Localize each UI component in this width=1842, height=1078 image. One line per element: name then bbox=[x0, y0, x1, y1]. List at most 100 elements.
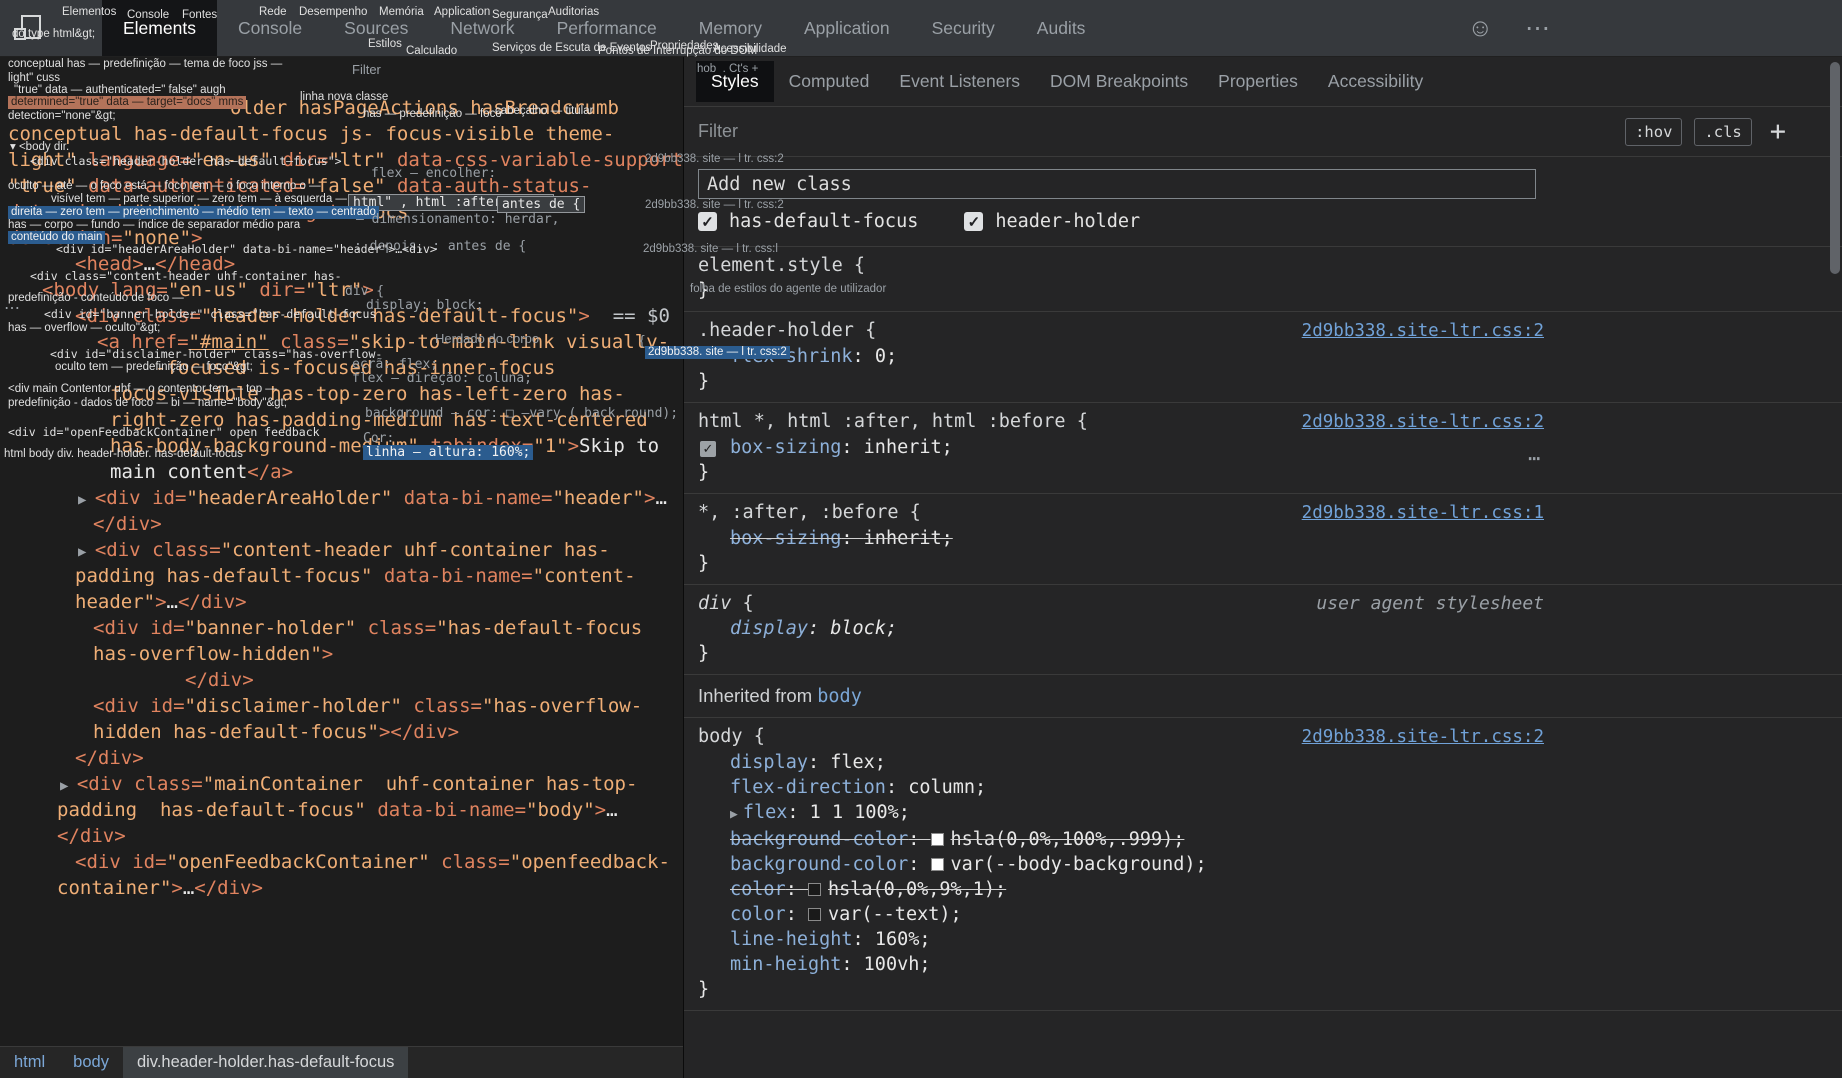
color-swatch-icon[interactable] bbox=[808, 883, 821, 896]
dom-tree-line[interactable]: determined="true" data-target="docs" bbox=[0, 199, 683, 225]
pseudo-state-button[interactable]: :hov bbox=[1625, 118, 1682, 146]
property-value: var(--text); bbox=[828, 904, 962, 925]
dom-tree-line[interactable]: hidden has-default-focus"></div> bbox=[0, 719, 683, 745]
dom-tree-line[interactable]: -focused is-focused has-inner-focus bbox=[0, 355, 683, 381]
tab-sources[interactable]: Sources bbox=[323, 0, 429, 56]
css-declaration[interactable]: background-color: var(--body-background)… bbox=[684, 852, 1842, 877]
devtools-window: ElementsConsoleSourcesNetworkPerformance… bbox=[0, 0, 1842, 1078]
css-declaration[interactable]: box-sizing: inherit; bbox=[684, 526, 1842, 551]
dom-tree-line[interactable]: <div class="header-holder has-default-fo… bbox=[0, 303, 683, 329]
dom-tree-line[interactable]: </div> bbox=[0, 823, 683, 849]
dom-tree-line[interactable]: conceptual has-default-focus js- focus-v… bbox=[0, 121, 683, 147]
stylesheet-link[interactable]: 2d9bb338.site-ltr.css:1 bbox=[1302, 501, 1544, 526]
dom-tree-line[interactable]: padding has-default-focus" data-bi-name=… bbox=[0, 563, 683, 589]
property-name: flex-direction bbox=[730, 777, 886, 798]
rule-selector[interactable]: div bbox=[698, 591, 731, 616]
dom-tree-line[interactable]: <head>…</head> bbox=[0, 251, 683, 277]
breadcrumb-item-body[interactable]: body bbox=[59, 1047, 123, 1078]
color-swatch-icon[interactable] bbox=[808, 908, 821, 921]
class-toggle: ✓has-default-focus bbox=[698, 211, 918, 232]
expand-triangle-icon[interactable]: ▶ bbox=[730, 807, 738, 822]
dom-tree-line[interactable]: focus-visible has-top-zero has-left-zero… bbox=[0, 381, 683, 407]
rule-header: *, :after, :before {2d9bb338.site-ltr.cs… bbox=[684, 500, 1544, 526]
stylesheet-link[interactable]: 2d9bb338.site-ltr.css:2 bbox=[1302, 410, 1544, 435]
tab-network[interactable]: Network bbox=[429, 0, 535, 56]
inherited-from-link[interactable]: body bbox=[817, 686, 862, 707]
css-declaration[interactable]: ▶flex: 1 1 100%; bbox=[684, 800, 1842, 827]
styles-tab-accessibility[interactable]: Accessibility bbox=[1313, 61, 1438, 102]
more-menu-icon[interactable]: ⋯ bbox=[1525, 13, 1552, 43]
css-declaration[interactable]: background-color: hsla(0,0%,100%,.999); bbox=[684, 827, 1842, 852]
checkbox-header-holder[interactable]: ✓ bbox=[964, 212, 983, 231]
tab-elements[interactable]: Elements bbox=[102, 0, 217, 56]
rule-selector[interactable]: element.style bbox=[698, 253, 843, 278]
dom-tree-line[interactable]: ▶ <div class="content-header uhf-contain… bbox=[0, 537, 683, 563]
dom-tree-line[interactable]: header">…</div> bbox=[0, 589, 683, 615]
tab-security[interactable]: Security bbox=[911, 0, 1016, 56]
add-class-input[interactable] bbox=[698, 169, 1536, 199]
breadcrumb-item-div-header-holder-has-default-focus[interactable]: div.header-holder.has-default-focus bbox=[123, 1047, 408, 1078]
styles-tab-styles[interactable]: Styles bbox=[696, 61, 774, 102]
tab-console[interactable]: Console bbox=[217, 0, 323, 56]
css-declaration[interactable]: flex-shrink: 0; bbox=[684, 344, 1842, 369]
tab-application[interactable]: Application bbox=[783, 0, 911, 56]
scrollbar-thumb[interactable] bbox=[1830, 62, 1840, 274]
dom-tree-line[interactable]: padding has-default-focus" data-bi-name=… bbox=[0, 797, 683, 823]
dom-tree-line[interactable]: has-overflow-hidden"> bbox=[0, 641, 683, 667]
styles-tab-properties[interactable]: Properties bbox=[1203, 61, 1313, 102]
stylesheet-link[interactable]: 2d9bb338.site-ltr.css:2 bbox=[1302, 725, 1544, 750]
color-swatch-icon[interactable] bbox=[931, 858, 944, 871]
inspect-element-icon[interactable] bbox=[14, 14, 42, 42]
dom-tree-line[interactable]: </div> bbox=[0, 667, 683, 693]
dom-tree-line[interactable]: light" language="en-us" dir="ltr" data-c… bbox=[0, 147, 683, 173]
checkbox-has-default-focus[interactable]: ✓ bbox=[698, 212, 717, 231]
dom-tree-line[interactable]: <a href="#main" class="skip-to-main-link… bbox=[0, 329, 683, 355]
styles-tab-dom-breakpoints[interactable]: DOM Breakpoints bbox=[1035, 61, 1203, 102]
css-declaration[interactable]: display: block; bbox=[684, 616, 1842, 641]
css-declaration[interactable]: display: flex; bbox=[684, 750, 1842, 775]
breadcrumb-item-html[interactable]: html bbox=[0, 1047, 59, 1078]
css-declaration[interactable]: min-height: 100vh; bbox=[684, 952, 1842, 977]
element-classes-button[interactable]: .cls bbox=[1694, 118, 1751, 146]
devtools-content: older hasPageActions hasBreadcrumbconcep… bbox=[0, 57, 1842, 1078]
dom-tree-line[interactable]: <div id="disclaimer-holder" class="has-o… bbox=[0, 693, 683, 719]
css-declaration[interactable]: color: hsla(0,0%,9%,1); bbox=[684, 877, 1842, 902]
dom-tree-line[interactable]: ▶ <div id="headerAreaHolder" data-bi-nam… bbox=[0, 485, 683, 511]
feedback-smiley-icon[interactable]: ☺ bbox=[1467, 14, 1493, 43]
tab-audits[interactable]: Audits bbox=[1016, 0, 1107, 56]
dom-tree-line[interactable]: <body lang="en-us" dir="ltr"> bbox=[0, 277, 683, 303]
declaration-checkbox[interactable]: ✓ bbox=[700, 441, 716, 457]
dom-tree-line[interactable]: container">…</div> bbox=[0, 875, 683, 901]
css-declaration[interactable]: ✓box-sizing: inherit; bbox=[684, 435, 1842, 460]
dom-tree-line[interactable]: <div id="openFeedbackContainer" class="o… bbox=[0, 849, 683, 875]
rule-selector[interactable]: *, :after, :before bbox=[698, 500, 898, 525]
dom-tree-line[interactable]: ▶ <div class="mainContainer uhf-containe… bbox=[0, 771, 683, 797]
rule-selector[interactable]: html *, html :after, html :before bbox=[698, 409, 1066, 434]
dom-tree-line[interactable]: </div> bbox=[0, 745, 683, 771]
rule-selector[interactable]: .header-holder bbox=[698, 318, 854, 343]
dom-tree-line[interactable]: "true" data-authenticated="false" data-a… bbox=[0, 173, 683, 199]
dom-tree-line[interactable]: has-body-background-medium" tabindex="1"… bbox=[0, 433, 683, 459]
dom-tree-line[interactable]: <div id="banner-holder" class="has-defau… bbox=[0, 615, 683, 641]
styles-filter-input[interactable] bbox=[698, 121, 1613, 142]
tab-performance[interactable]: Performance bbox=[536, 0, 678, 56]
style-rules-list: element.style {}.header-holder {2d9bb338… bbox=[684, 247, 1842, 1011]
stylesheet-link[interactable]: 2d9bb338.site-ltr.css:2 bbox=[1302, 319, 1544, 344]
class-toggles: ✓has-default-focus✓header-holder bbox=[684, 203, 1842, 247]
new-style-rule-button[interactable]: + bbox=[1770, 116, 1786, 147]
rule-selector[interactable]: body bbox=[698, 724, 743, 749]
dom-tree-line[interactable]: main content</a> bbox=[0, 459, 683, 485]
css-declaration[interactable]: color: var(--text); bbox=[684, 902, 1842, 927]
tab-memory[interactable]: Memory bbox=[678, 0, 783, 56]
property-value: 0; bbox=[875, 346, 897, 367]
dom-tree-line[interactable]: detection="none"> bbox=[0, 225, 683, 251]
dom-tree-line[interactable]: right-zero has-padding-medium has-text-c… bbox=[0, 407, 683, 433]
styles-tab-computed[interactable]: Computed bbox=[774, 61, 885, 102]
color-swatch-icon[interactable] bbox=[931, 833, 944, 846]
more-actions-icon[interactable]: ⋯ bbox=[1528, 446, 1540, 471]
css-declaration[interactable]: line-height: 160%; bbox=[684, 927, 1842, 952]
styles-tab-event-listeners[interactable]: Event Listeners bbox=[884, 61, 1035, 102]
dom-tree-line[interactable]: older hasPageActions hasBreadcrumb bbox=[0, 95, 683, 121]
dom-tree-line[interactable]: </div> bbox=[0, 511, 683, 537]
css-declaration[interactable]: flex-direction: column; bbox=[684, 775, 1842, 800]
